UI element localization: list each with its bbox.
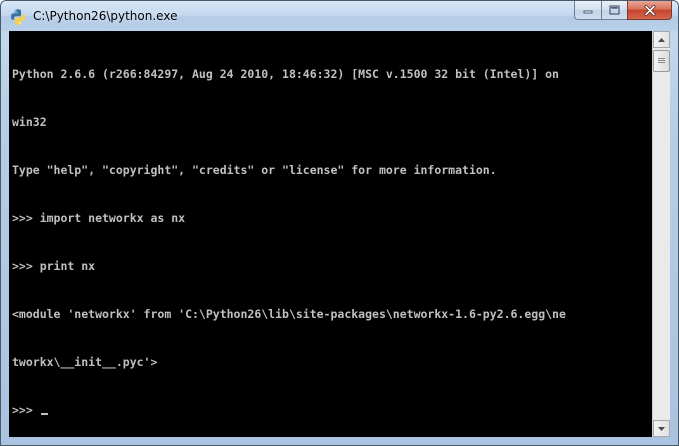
vertical-scrollbar[interactable]	[652, 31, 670, 437]
minimize-button[interactable]	[574, 1, 601, 20]
console-output-area[interactable]: Python 2.6.6 (r266:84297, Aug 24 2010, 1…	[9, 31, 652, 437]
console-text: Python 2.6.6 (r266:84297, Aug 24 2010, 1…	[12, 34, 566, 437]
console-line: Type "help", "copyright", "credits" or "…	[12, 163, 497, 177]
window-bottom-border[interactable]	[1, 437, 678, 445]
text-cursor	[40, 413, 48, 415]
thumb-grip-line	[658, 58, 665, 59]
thumb-grip-line	[658, 60, 665, 61]
scroll-up-arrow-icon	[658, 37, 665, 42]
console-line: win32	[12, 115, 47, 129]
scroll-down-arrow-icon	[658, 426, 665, 431]
scroll-down-button[interactable]	[653, 420, 670, 437]
maximize-button[interactable]	[601, 1, 627, 20]
close-icon	[644, 4, 655, 16]
window-title: C:\Python26\python.exe	[33, 9, 178, 23]
thumb-grip-line	[658, 62, 665, 63]
console-line: >>> print nx	[12, 259, 96, 273]
scroll-up-button[interactable]	[653, 31, 670, 48]
console-line: <module 'networkx' from 'C:\Python26\lib…	[12, 307, 566, 321]
console-prompt-line[interactable]: >>>	[12, 402, 566, 418]
console-line: Python 2.6.6 (r266:84297, Aug 24 2010, 1…	[12, 67, 559, 81]
console-line: >>> import networkx as nx	[12, 211, 186, 225]
scrollbar-thumb[interactable]	[653, 50, 670, 72]
console-line: tworkx\__init__.pyc'>	[12, 355, 158, 369]
maximize-icon	[609, 5, 620, 15]
title-bar[interactable]: C:\Python26\python.exe	[1, 1, 678, 31]
caption-buttons	[574, 1, 672, 21]
console-prompt: >>>	[12, 403, 40, 417]
python-icon	[11, 9, 25, 25]
minimize-icon	[583, 10, 593, 14]
console-window: C:\Python26\python.exe Python 2.6.6 (r26…	[0, 0, 679, 446]
close-button[interactable]	[627, 1, 672, 20]
